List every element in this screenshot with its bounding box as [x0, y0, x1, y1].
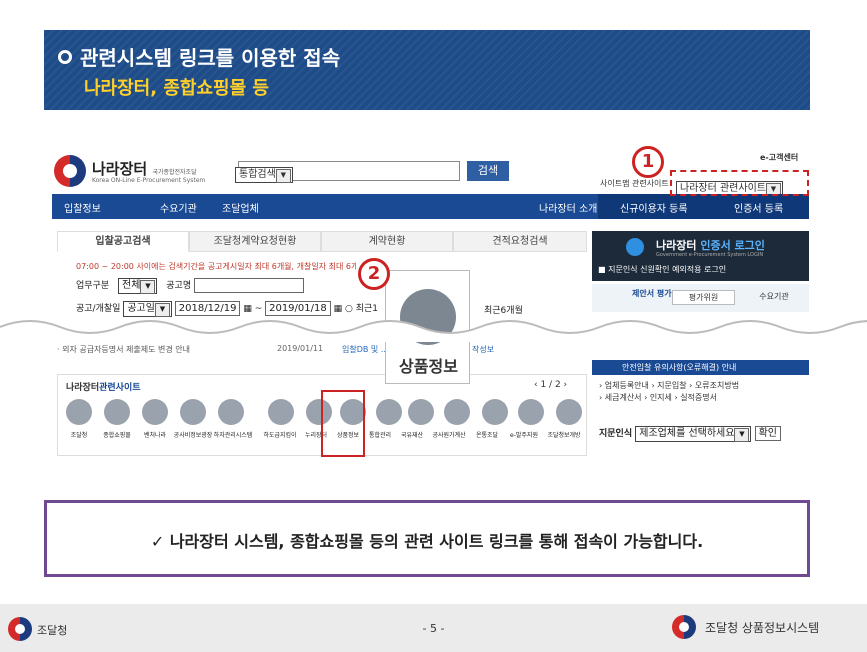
power-icon	[626, 238, 644, 256]
top-links[interactable]: 사이트맵 관련사이트	[600, 178, 669, 189]
zoom-label: 상품정보	[399, 357, 458, 376]
search-button[interactable]: 검색	[467, 161, 509, 181]
product-info-highlight	[321, 390, 365, 457]
proposal-eval-box: 제안서 평가 평가위원 수요기관	[592, 284, 809, 312]
eval-member-button[interactable]: 평가위원	[672, 290, 735, 305]
icon-label: 공사비정보광장	[173, 432, 213, 439]
business-type-select[interactable]: 전체	[118, 278, 158, 294]
nav-register[interactable]: 신규이용자 등록	[620, 200, 688, 215]
icon-label: 하자관리시스템	[213, 432, 253, 439]
icon-label: 통합관리	[368, 432, 392, 439]
icon-label: 온통조달	[475, 432, 499, 439]
tab-quote-search[interactable]: 견적요청검색	[453, 231, 587, 252]
nav-bid-info[interactable]: 입찰정보	[64, 200, 101, 215]
news-item-2[interactable]: 입찰DB 및 ...	[342, 344, 388, 355]
fingerprint-confirm-button[interactable]: 확인	[754, 426, 781, 441]
icon-label: 종합쇼핑몰	[103, 432, 131, 439]
cert-note[interactable]: ■ 지문인식 신원확인 예외적용 로그인	[598, 264, 726, 275]
related-pager[interactable]: ‹ 1 / 2 ›	[534, 380, 567, 390]
callout-2: 2	[358, 258, 390, 290]
icon-label: 조달청	[70, 432, 88, 439]
summary-note: ✓ 나라장터 시스템, 종합쇼핑몰 등의 관련 사이트 링크를 통해 접속이 가…	[44, 500, 810, 577]
main-nav: 입찰정보 수요기관 조달업체 나라장터 소개 신규이용자 등록 인증서 등록	[52, 194, 809, 219]
fingerprint-row: 지문인식 제조업체를 선택하세요 확인	[599, 426, 781, 442]
venture-icon[interactable]	[142, 399, 168, 425]
ontong-icon[interactable]	[482, 399, 508, 425]
brand-subtitle: Korea ON-Line E-Procurement System	[92, 177, 206, 184]
cost-calc-icon[interactable]	[444, 399, 470, 425]
koneps-logo-icon	[54, 155, 86, 187]
e-customer-center-link[interactable]: e-고객센터	[760, 152, 798, 163]
safe-bid-bar[interactable]: 안전입찰 유의사항(오류해결) 안내	[592, 360, 809, 375]
related-sites-highlight	[670, 170, 809, 196]
cert-title: 나라장터 인증서 로그인	[656, 239, 765, 252]
banner-subtitle: 나라장터, 종합쇼핑몰 등	[84, 78, 269, 99]
cert-subtitle: Government e-Procurement System LOGIN	[656, 252, 764, 258]
bullet-icon	[58, 50, 72, 64]
shopping-mall-icon[interactable]	[104, 399, 130, 425]
fingerprint-select[interactable]: 제조업체를 선택하세요	[635, 426, 752, 442]
news-date: 2019/01/11	[277, 344, 324, 353]
defect-mgmt-icon[interactable]	[218, 399, 244, 425]
rfp-icon[interactable]	[518, 399, 544, 425]
nav-demand-agency[interactable]: 수요기관	[160, 200, 197, 215]
koneps-screenshot: 나라장터 국가종합전자조달 Korea ON-Line E-Procuremen…	[52, 140, 809, 457]
icon-label: 하도급지킴이	[263, 432, 297, 439]
filter-row-1: 업무구분 전체 공고명	[76, 278, 304, 294]
icon-label: 국유재산	[400, 432, 424, 439]
proposal-eval-label: 제안서 평가	[632, 289, 672, 298]
icon-label: 공사원가계산	[432, 432, 466, 439]
callout-1: 1	[632, 146, 664, 178]
page-footer: 조달청 - 5 - 조달청 상품정보시스템	[0, 604, 867, 652]
news-item-3[interactable]: 작성보	[472, 344, 494, 355]
cert-login-box[interactable]: 나라장터 인증서 로그인 Government e-Procurement Sy…	[592, 231, 809, 281]
section-banner: 관련시스템 링크를 이용한 접속 나라장터, 종합쇼핑몰 등	[44, 30, 810, 110]
construction-cost-icon[interactable]	[180, 399, 206, 425]
tab-contract-status[interactable]: 계약현황	[321, 231, 453, 252]
subcontract-icon[interactable]	[268, 399, 294, 425]
pps-icon[interactable]	[66, 399, 92, 425]
demand-agency-button[interactable]: 수요기관	[745, 290, 803, 305]
state-property-icon[interactable]	[408, 399, 434, 425]
nav-about[interactable]: 나라장터 소개	[539, 200, 597, 215]
pps-logo-icon	[672, 615, 696, 639]
search-type-select[interactable]: 통합검색	[235, 162, 293, 183]
related-sites-title: 나라장터관련사이트	[66, 383, 141, 393]
quick-links[interactable]: › 업체등록안내 › 지문입찰 › 오류조치방법 › 세금계산서 › 인지세 › …	[599, 380, 739, 404]
icon-label: e-발주지원	[510, 432, 538, 439]
tab-contract-request[interactable]: 조달청계약요청현황	[189, 231, 321, 252]
screenshot-break-wave	[0, 320, 867, 342]
integrated-mgmt-icon[interactable]	[376, 399, 402, 425]
banner-title: 관련시스템 링크를 이용한 접속	[58, 42, 340, 71]
tab-bid-search[interactable]: 입찰공고검색	[57, 231, 189, 252]
open-data-icon[interactable]	[556, 399, 582, 425]
news-item[interactable]: · 외자 공급자등명서 제출제도 변경 안내	[57, 344, 190, 355]
icon-label: 조달청보개방	[547, 432, 581, 439]
brand-name: 나라장터 국가종합전자조달	[92, 160, 197, 178]
footer-system-name: 조달청 상품정보시스템	[705, 621, 820, 635]
nav-supplier[interactable]: 조달업체	[222, 200, 259, 215]
icon-label: 벤처나라	[143, 432, 167, 439]
search-notice: 07:00 ~ 20:00 사이에는 검색기간을 공고게시일자 최대 6개월, …	[76, 262, 356, 271]
search-tabs: 입찰공고검색 조달청계약요청현황 계약현황 견적요청검색	[57, 231, 587, 252]
nav-cert-register[interactable]: 인증서 등록	[734, 200, 783, 215]
notice-name-input[interactable]	[194, 278, 304, 293]
